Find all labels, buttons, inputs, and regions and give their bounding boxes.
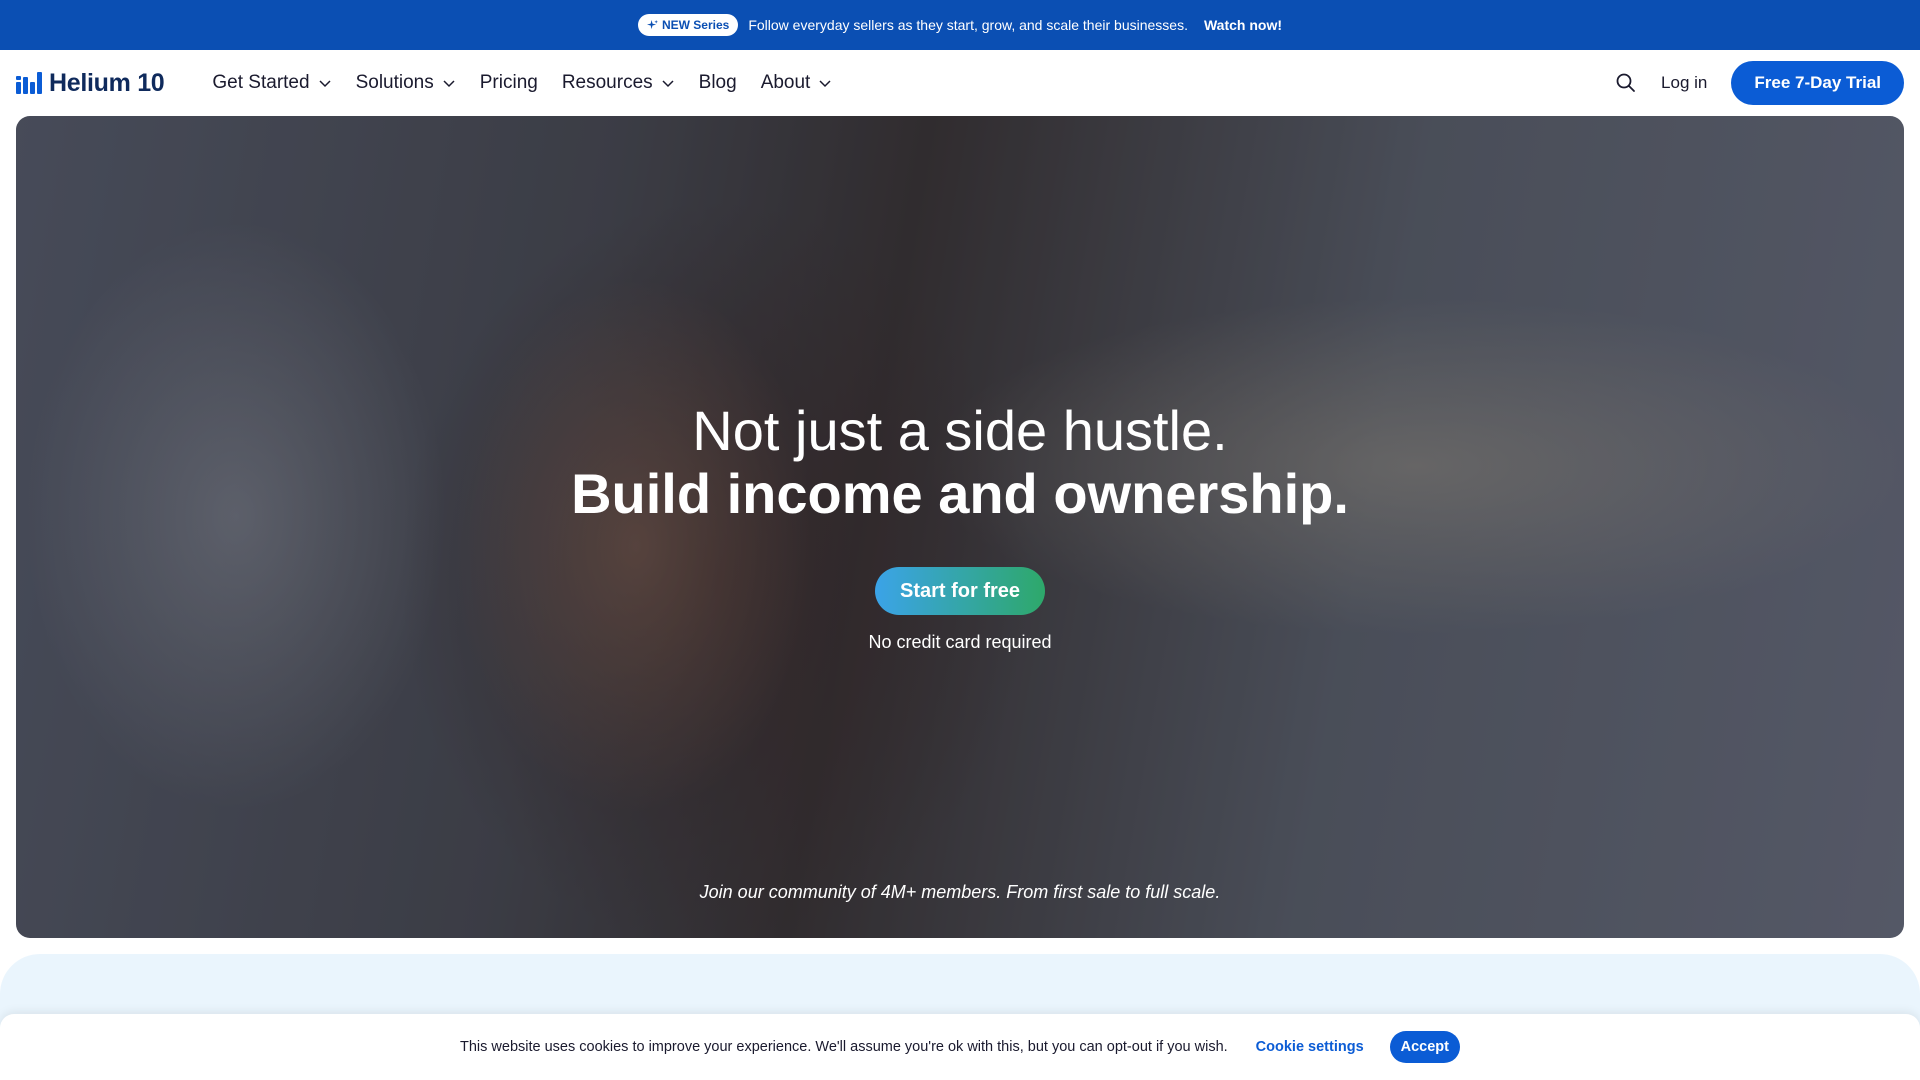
- nav-label: Get Started: [212, 72, 310, 93]
- start-for-free-button[interactable]: Start for free: [875, 567, 1045, 615]
- sparkle-icon: [646, 19, 658, 29]
- nav-label: Pricing: [479, 72, 538, 93]
- chevron-down-icon: [819, 80, 831, 88]
- hero-section: Not just a side hustle. Build income and…: [16, 116, 1904, 938]
- announcement-bar: NEW Series Follow everyday sellers as th…: [0, 0, 1920, 50]
- free-trial-button[interactable]: Free 7-Day Trial: [1731, 61, 1904, 105]
- cookie-banner: This website uses cookies to improve you…: [0, 1014, 1920, 1080]
- no-credit-card-note: No credit card required: [868, 632, 1052, 652]
- nav-label: About: [760, 72, 811, 93]
- nav-resources[interactable]: Resources: [562, 72, 675, 94]
- nav-pricing[interactable]: Pricing: [480, 72, 538, 94]
- logo[interactable]: Helium 10: [16, 68, 165, 98]
- logo-text: Helium 10: [49, 68, 165, 97]
- nav-get-started[interactable]: Get Started: [212, 72, 331, 94]
- watch-now-link[interactable]: Watch now!: [1204, 17, 1282, 33]
- main-nav: Get Started Solutions Pricing Resources …: [212, 72, 832, 94]
- hero-headline-bold: Build income and ownership.: [571, 462, 1349, 525]
- chevron-down-icon: [662, 80, 674, 88]
- accept-cookies-button[interactable]: Accept: [1389, 1031, 1460, 1063]
- nav-label: Blog: [698, 72, 737, 93]
- logo-mark-icon: [16, 72, 42, 94]
- nav-solutions[interactable]: Solutions: [356, 72, 456, 94]
- site-header: Helium 10 Get Started Solutions Pricing …: [0, 50, 1920, 116]
- chevron-down-icon: [319, 80, 331, 88]
- announcement-text: Follow everyday sellers as they start, g…: [748, 17, 1188, 33]
- nav-blog[interactable]: Blog: [699, 72, 737, 94]
- cookie-settings-link[interactable]: Cookie settings: [1256, 1039, 1364, 1055]
- hero-headline-light: Not just a side hustle.: [692, 399, 1228, 462]
- header-actions: Log in Free 7-Day Trial: [1615, 61, 1904, 105]
- hero-content: Not just a side hustle. Build income and…: [16, 116, 1904, 938]
- nav-label: Resources: [561, 72, 653, 93]
- chevron-down-icon: [443, 80, 455, 88]
- badge-label: NEW Series: [661, 18, 730, 32]
- nav-about[interactable]: About: [761, 72, 833, 94]
- cookie-text: This website uses cookies to improve you…: [459, 1039, 1228, 1055]
- nav-label: Solutions: [355, 72, 434, 93]
- new-series-badge: NEW Series: [637, 14, 739, 36]
- community-tagline: Join our community of 4M+ members. From …: [699, 882, 1221, 902]
- search-icon[interactable]: [1615, 72, 1637, 94]
- login-link[interactable]: Log in: [1661, 73, 1707, 93]
